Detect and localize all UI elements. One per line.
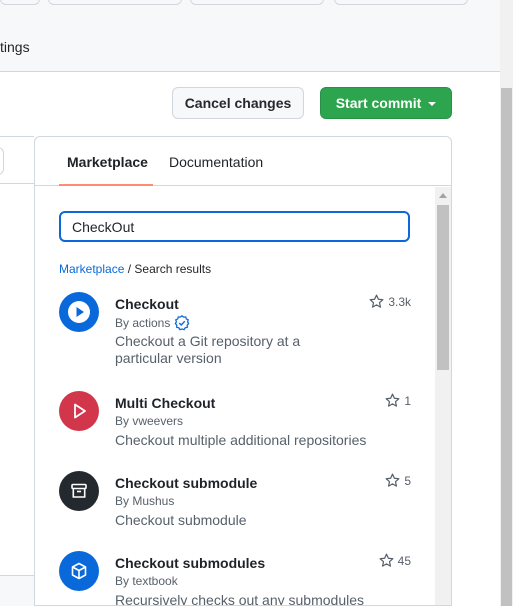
star-count: 1 bbox=[404, 393, 411, 408]
package-icon bbox=[71, 562, 87, 580]
start-commit-label: Start commit bbox=[335, 95, 422, 111]
scrollbar-thumb[interactable] bbox=[437, 205, 449, 370]
breadcrumb-separator: / bbox=[124, 262, 135, 276]
result-author: By Mushus bbox=[115, 494, 174, 508]
repo-header: tings bbox=[0, 0, 500, 72]
editor-footer bbox=[0, 575, 34, 606]
star-count: 3.3k bbox=[388, 294, 411, 309]
divider bbox=[0, 183, 34, 184]
result-author: By vweevers bbox=[115, 414, 183, 428]
result-author-label: By actions bbox=[115, 316, 171, 330]
action-avatar bbox=[59, 391, 99, 431]
result-description: Checkout a Git repository at a particula… bbox=[115, 333, 301, 366]
result-name: Multi Checkout bbox=[115, 395, 216, 411]
breadcrumb: Marketplace / Search results bbox=[59, 262, 211, 276]
page-scrollbar-thumb[interactable] bbox=[501, 88, 512, 606]
play-outline-icon bbox=[74, 403, 86, 419]
active-tab-indicator bbox=[59, 184, 153, 186]
cancel-changes-label: Cancel changes bbox=[184, 95, 292, 111]
breadcrumb-marketplace-link[interactable]: Marketplace bbox=[59, 262, 124, 276]
header-button-2[interactable] bbox=[48, 0, 182, 5]
cancel-changes-button[interactable]: Cancel changes bbox=[172, 87, 304, 119]
result-author-label: By textbook bbox=[115, 574, 178, 588]
header-button-3[interactable] bbox=[190, 0, 324, 5]
chevron-down-icon bbox=[428, 102, 437, 106]
result-stars: 3.3k bbox=[369, 294, 411, 309]
result-stars: 45 bbox=[379, 553, 411, 568]
results-scrollbar[interactable] bbox=[435, 187, 451, 605]
result-stars: 5 bbox=[385, 473, 411, 488]
result-author: By textbook bbox=[115, 574, 178, 588]
star-count: 45 bbox=[397, 553, 411, 568]
result-description: Recursively checks out any submodules bbox=[115, 592, 365, 606]
archive-icon bbox=[71, 483, 87, 498]
tab-marketplace[interactable]: Marketplace bbox=[67, 154, 148, 170]
panel-tabs: Marketplace Documentation bbox=[35, 137, 451, 186]
result-author-label: By Mushus bbox=[115, 494, 175, 508]
result-author: By actions bbox=[115, 315, 190, 331]
result-item-checkout[interactable]: Checkout By actions Checkout a Git repos… bbox=[35, 285, 435, 366]
star-icon bbox=[379, 553, 394, 567]
marketplace-panel: Marketplace Documentation Marketplace / … bbox=[34, 136, 452, 606]
header-button-1[interactable] bbox=[0, 0, 40, 5]
result-item-checkout-submodule[interactable]: Checkout submodule By Mushus Checkout su… bbox=[35, 464, 435, 544]
scroll-up-arrow-icon[interactable] bbox=[439, 193, 447, 198]
result-item-multi-checkout[interactable]: Multi Checkout By vweevers Checkout mult… bbox=[35, 384, 435, 464]
result-author-label: By vweevers bbox=[115, 414, 184, 428]
result-description: Checkout multiple additional repositorie… bbox=[115, 432, 367, 448]
star-count: 5 bbox=[404, 473, 411, 488]
result-description: Checkout submodule bbox=[115, 512, 247, 528]
action-avatar bbox=[59, 292, 99, 332]
result-name: Checkout submodules bbox=[115, 555, 266, 571]
marketplace-search-input[interactable] bbox=[59, 211, 410, 242]
filename-input[interactable] bbox=[0, 147, 4, 175]
star-icon bbox=[385, 473, 400, 487]
result-stars: 1 bbox=[385, 393, 411, 408]
star-icon bbox=[369, 294, 384, 308]
result-name: Checkout submodule bbox=[115, 475, 258, 491]
tab-settings[interactable]: tings bbox=[0, 39, 30, 55]
tab-documentation[interactable]: Documentation bbox=[169, 154, 263, 170]
result-name: Checkout bbox=[115, 296, 179, 312]
header-button-4[interactable] bbox=[334, 0, 468, 5]
start-commit-button[interactable]: Start commit bbox=[320, 87, 452, 119]
editor-panel bbox=[0, 136, 34, 606]
page-scrollbar[interactable] bbox=[500, 0, 513, 606]
verified-badge-icon bbox=[174, 315, 190, 331]
play-icon bbox=[68, 301, 90, 323]
star-icon bbox=[385, 393, 400, 407]
result-item-checkout-submodules[interactable]: Checkout submodules By textbook Recursiv… bbox=[35, 544, 435, 606]
action-avatar bbox=[59, 551, 99, 591]
breadcrumb-current: Search results bbox=[134, 262, 212, 276]
action-avatar bbox=[59, 471, 99, 511]
